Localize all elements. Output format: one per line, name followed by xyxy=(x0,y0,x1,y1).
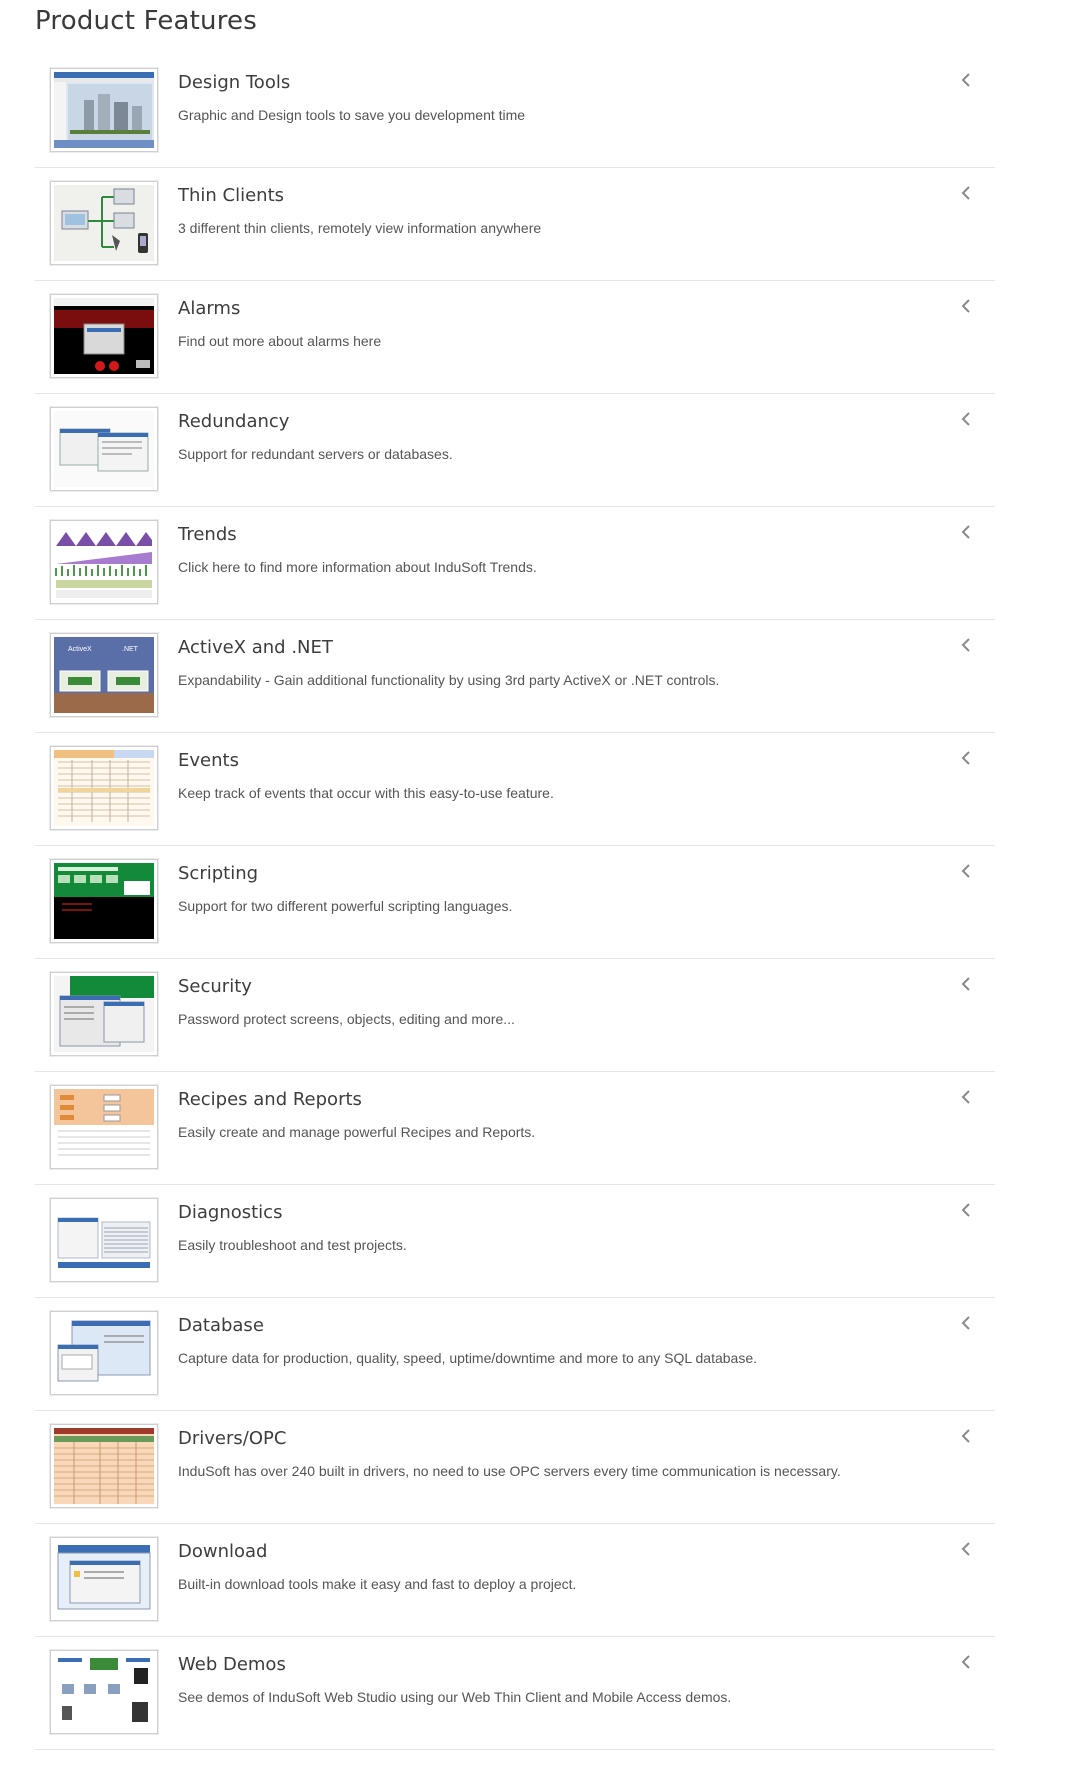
feature-item-web-demos[interactable]: Web Demos See demos of InduSoft Web Stud… xyxy=(35,1637,995,1750)
feature-description: Support for two different powerful scrip… xyxy=(178,898,513,914)
trends-thumbnail xyxy=(50,520,158,604)
web-demos-thumbnail xyxy=(50,1650,158,1734)
design-tools-thumbnail xyxy=(50,68,158,152)
chevron-left-icon[interactable] xyxy=(958,1652,974,1672)
activex-label: ActiveX xyxy=(68,646,92,653)
chevron-left-icon[interactable] xyxy=(958,70,974,90)
feature-description: Easily create and manage powerful Recipe… xyxy=(178,1124,536,1140)
chevron-left-icon[interactable] xyxy=(958,1087,974,1107)
feature-item-download[interactable]: Download Built-in download tools make it… xyxy=(35,1524,995,1637)
feature-description: Password protect screens, objects, editi… xyxy=(178,1011,515,1027)
feature-description: Find out more about alarms here xyxy=(178,333,382,349)
feature-title: Design Tools xyxy=(178,72,291,93)
download-thumbnail xyxy=(50,1537,158,1621)
feature-description: Keep track of events that occur with thi… xyxy=(178,785,554,801)
chevron-left-icon[interactable] xyxy=(958,522,974,542)
feature-description: Expandability - Gain additional function… xyxy=(178,672,720,688)
feature-title: Alarms xyxy=(178,298,241,319)
feature-item-activex-net[interactable]: ActiveX .NET ActiveX and .NET Expandabil… xyxy=(35,620,995,733)
chevron-left-icon[interactable] xyxy=(958,1539,974,1559)
chevron-left-icon[interactable] xyxy=(958,861,974,881)
chevron-left-icon[interactable] xyxy=(958,635,974,655)
feature-title: Trends xyxy=(178,524,237,545)
feature-description: Capture data for production, quality, sp… xyxy=(178,1350,758,1366)
feature-description: InduSoft has over 240 built in drivers, … xyxy=(178,1463,841,1479)
chevron-left-icon[interactable] xyxy=(958,1200,974,1220)
feature-item-drivers-opc[interactable]: Drivers/OPC InduSoft has over 240 built … xyxy=(35,1411,995,1524)
feature-item-security[interactable]: Security Password protect screens, objec… xyxy=(35,959,995,1072)
feature-title: Database xyxy=(178,1315,264,1336)
feature-title: Recipes and Reports xyxy=(178,1089,362,1110)
feature-item-database[interactable]: Database Capture data for production, qu… xyxy=(35,1298,995,1411)
chevron-left-icon[interactable] xyxy=(958,1313,974,1333)
feature-item-diagnostics[interactable]: Diagnostics Easily troubleshoot and test… xyxy=(35,1185,995,1298)
feature-title: Redundancy xyxy=(178,411,290,432)
feature-item-events[interactable]: Events Keep track of events that occur w… xyxy=(35,733,995,846)
feature-item-alarms[interactable]: Alarms Find out more about alarms here xyxy=(35,281,995,394)
chevron-left-icon[interactable] xyxy=(958,1426,974,1446)
diagnostics-thumbnail xyxy=(50,1198,158,1282)
feature-item-scripting[interactable]: Scripting Support for two different powe… xyxy=(35,846,995,959)
feature-description: Easily troubleshoot and test projects. xyxy=(178,1237,407,1253)
feature-item-recipes-reports[interactable]: Recipes and Reports Easily create and ma… xyxy=(35,1072,995,1185)
feature-item-trends[interactable]: Trends Click here to find more informati… xyxy=(35,507,995,620)
chevron-left-icon[interactable] xyxy=(958,409,974,429)
feature-title: Diagnostics xyxy=(178,1202,283,1223)
feature-description: See demos of InduSoft Web Studio using o… xyxy=(178,1689,732,1705)
feature-title: Web Demos xyxy=(178,1654,286,1675)
net-label: .NET xyxy=(122,646,139,653)
feature-description: Click here to find more information abou… xyxy=(178,559,537,575)
feature-title: Scripting xyxy=(178,863,259,884)
security-thumbnail xyxy=(50,972,158,1056)
feature-item-redundancy[interactable]: Redundancy Support for redundant servers… xyxy=(35,394,995,507)
feature-description: Built-in download tools make it easy and… xyxy=(178,1576,577,1592)
events-thumbnail xyxy=(50,746,158,830)
drivers-opc-thumbnail xyxy=(50,1424,158,1508)
feature-title: Thin Clients xyxy=(178,185,285,206)
thin-clients-thumbnail xyxy=(50,181,158,265)
database-thumbnail xyxy=(50,1311,158,1395)
feature-title: Events xyxy=(178,750,239,771)
chevron-left-icon[interactable] xyxy=(958,183,974,203)
feature-item-design-tools[interactable]: Design Tools Graphic and Design tools to… xyxy=(35,55,995,168)
feature-description: 3 different thin clients, remotely view … xyxy=(178,220,542,236)
chevron-left-icon[interactable] xyxy=(958,296,974,316)
feature-title: ActiveX and .NET xyxy=(178,637,333,658)
feature-title: Security xyxy=(178,976,252,997)
recipes-reports-thumbnail xyxy=(50,1085,158,1169)
scripting-thumbnail xyxy=(50,859,158,943)
redundancy-thumbnail xyxy=(50,407,158,491)
feature-list: Design Tools Graphic and Design tools to… xyxy=(35,55,995,1750)
feature-item-thin-clients[interactable]: Thin Clients 3 different thin clients, r… xyxy=(35,168,995,281)
page-title: Product Features xyxy=(35,6,257,36)
feature-description: Support for redundant servers or databas… xyxy=(178,446,453,462)
chevron-left-icon[interactable] xyxy=(958,974,974,994)
activex-net-thumbnail: ActiveX .NET xyxy=(50,633,158,717)
feature-description: Graphic and Design tools to save you dev… xyxy=(178,107,526,123)
chevron-left-icon[interactable] xyxy=(958,748,974,768)
feature-title: Download xyxy=(178,1541,268,1562)
alarms-thumbnail xyxy=(50,294,158,378)
feature-title: Drivers/OPC xyxy=(178,1428,287,1449)
